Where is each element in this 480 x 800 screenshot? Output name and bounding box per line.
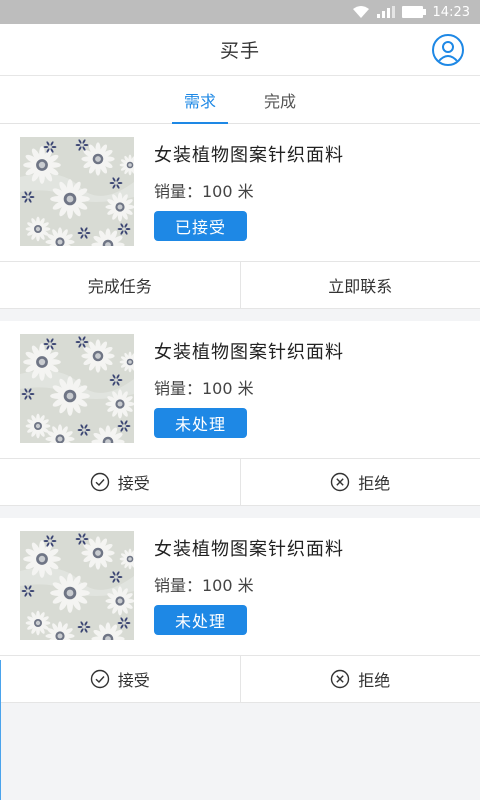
complete-task-button[interactable]: 完成任务 xyxy=(0,262,240,308)
card-spacer xyxy=(0,506,480,518)
check-circle-icon xyxy=(90,472,110,492)
page-title: 买手 xyxy=(219,40,260,62)
product-quantity: 销量：100 米 xyxy=(154,379,254,398)
product-title: 女装植物图案针织面料 xyxy=(154,145,344,166)
action-label: 接受 xyxy=(117,671,150,690)
profile-avatar-button[interactable] xyxy=(432,34,464,66)
order-card-body[interactable]: 女装植物图案针织面料 销量：100 米未处理 xyxy=(0,321,480,458)
status-badge: 已接受 xyxy=(154,211,247,241)
product-quantity: 销量：100 米 xyxy=(154,182,254,201)
tab-bar: 需求 完成 xyxy=(0,76,480,124)
order-card-body[interactable]: 女装植物图案针织面料 销量：100 米已接受 xyxy=(0,124,480,261)
order-list: 女装植物图案针织面料 销量：100 米已接受 完成任务 立即联系 女装植物图案针织面料销… xyxy=(0,124,480,703)
action-label: 拒绝 xyxy=(358,671,391,690)
tab-demand[interactable]: 需求 xyxy=(160,76,240,124)
order-actions: 接受 拒绝 xyxy=(0,458,480,506)
product-title: 女装植物图案针织面料 xyxy=(154,539,344,560)
app-header: 买手 xyxy=(0,24,480,76)
action-label: 拒绝 xyxy=(358,474,391,493)
product-quantity: 销量：100 米 xyxy=(154,576,254,595)
status-badge: 未处理 xyxy=(154,605,247,635)
order-actions: 接受 拒绝 xyxy=(0,655,480,703)
status-badge: 未处理 xyxy=(154,408,247,438)
close-circle-icon xyxy=(330,669,350,689)
user-icon xyxy=(437,41,459,63)
order-card: 女装植物图案针织面料 销量：100 米未处理接受 拒绝 xyxy=(0,518,480,703)
reject-button[interactable]: 拒绝 xyxy=(239,459,480,505)
accept-button[interactable]: 接受 xyxy=(0,459,240,505)
status-bar: 14:23 xyxy=(0,0,480,24)
product-thumbnail xyxy=(20,137,134,246)
order-card: 女装植物图案针织面料 销量：100 米未处理接受 拒绝 xyxy=(0,321,480,506)
signal-icon xyxy=(376,6,395,18)
product-thumbnail xyxy=(20,531,134,640)
reject-button[interactable]: 拒绝 xyxy=(239,656,480,702)
action-label: 立即联系 xyxy=(328,277,393,296)
order-card-body[interactable]: 女装植物图案针织面料 销量：100 米未处理 xyxy=(0,518,480,655)
battery-icon xyxy=(401,6,426,18)
action-label: 接受 xyxy=(117,474,150,493)
product-thumbnail xyxy=(20,334,134,443)
check-circle-icon xyxy=(90,669,110,689)
wifi-icon xyxy=(352,5,370,19)
order-actions: 完成任务 立即联系 xyxy=(0,261,480,309)
action-label: 完成任务 xyxy=(87,277,152,296)
card-spacer xyxy=(0,309,480,321)
close-circle-icon xyxy=(330,472,350,492)
scroll-edge-line xyxy=(0,660,1,800)
contact-now-button[interactable]: 立即联系 xyxy=(239,262,480,308)
accept-button[interactable]: 接受 xyxy=(0,656,240,702)
tab-completed[interactable]: 完成 xyxy=(240,76,320,124)
clock: 14:23 xyxy=(432,4,470,20)
order-card: 女装植物图案针织面料 销量：100 米已接受完成任务 立即联系 xyxy=(0,124,480,309)
product-title: 女装植物图案针织面料 xyxy=(154,342,344,363)
